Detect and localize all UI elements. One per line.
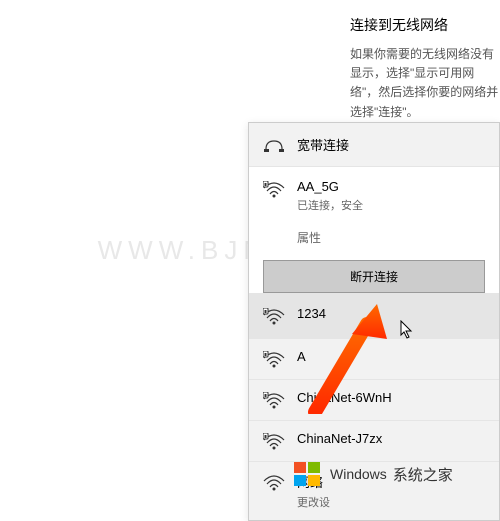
connected-network-status: 已连接，安全 xyxy=(297,197,485,213)
network-item[interactable]: ChinaNet-J7zx xyxy=(249,421,499,462)
branding-bar: Windows 系统之家 xyxy=(292,458,453,490)
network-item[interactable]: ChinaNet-6WnH xyxy=(249,380,499,421)
wifi-secure-icon xyxy=(263,179,285,199)
wifi-secure-icon xyxy=(263,349,285,369)
wifi-secure-icon xyxy=(263,306,285,326)
wifi-secure-icon xyxy=(263,431,285,451)
network-item[interactable]: A xyxy=(249,339,499,380)
connected-network-section[interactable]: AA_5G 已连接，安全 属性 断开连接 xyxy=(249,167,499,294)
header-title: 连接到无线网络 xyxy=(350,15,500,35)
disconnect-button[interactable]: 断开连接 xyxy=(263,260,485,293)
broadband-label: 宽带连接 xyxy=(297,135,485,154)
broadband-icon xyxy=(263,135,285,153)
header-section: 连接到无线网络 如果你需要的无线网络没有显示，选择"显示可用网络"，然后选择你要… xyxy=(350,15,500,122)
network-name: 1234 xyxy=(297,306,485,321)
network-name: ChinaNet-6WnH xyxy=(297,390,485,405)
header-description: 如果你需要的无线网络没有显示，选择"显示可用网络"，然后选择你要的网络并选择"连… xyxy=(350,45,500,122)
broadband-section[interactable]: 宽带连接 xyxy=(249,123,499,167)
brand-text-2: 系统之家 xyxy=(393,464,453,485)
network-item-selected[interactable]: 1234 xyxy=(249,294,499,339)
connected-network-name: AA_5G xyxy=(297,179,485,194)
settings-sub: 更改设 xyxy=(297,494,485,510)
windows-logo-icon xyxy=(292,458,324,490)
wifi-secure-icon xyxy=(263,390,285,410)
network-name: A xyxy=(297,349,485,364)
properties-link[interactable]: 属性 xyxy=(297,229,485,246)
wifi-icon xyxy=(263,472,285,492)
network-name: ChinaNet-J7zx xyxy=(297,431,485,446)
brand-text-1: Windows xyxy=(330,466,387,482)
